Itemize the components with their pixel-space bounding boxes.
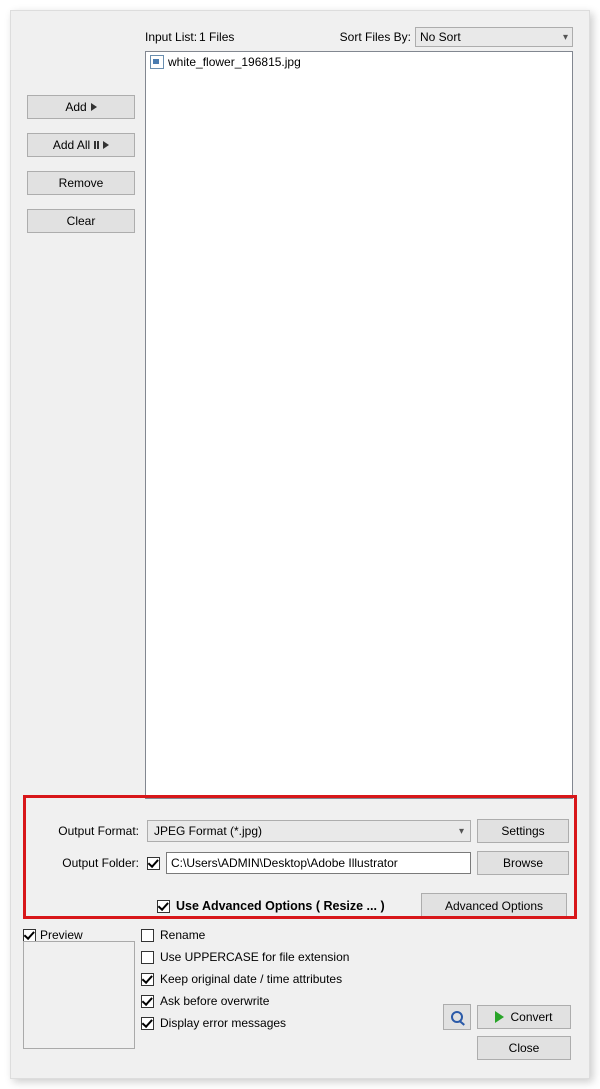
uppercase-checkbox[interactable]: [141, 951, 154, 964]
output-folder-input[interactable]: [166, 852, 471, 874]
image-file-icon: [150, 55, 164, 69]
output-section: Output Format: JPEG Format (*.jpg) ▾ Set…: [27, 819, 573, 919]
double-arrow-icon: [94, 141, 99, 149]
rename-checkbox[interactable]: [141, 929, 154, 942]
use-advanced-label: Use Advanced Options ( Resize ... ): [176, 899, 385, 913]
bottom-buttons: Convert Close: [443, 1004, 571, 1060]
output-format-select[interactable]: JPEG Format (*.jpg) ▾: [147, 820, 471, 842]
convert-button[interactable]: Convert: [477, 1005, 571, 1029]
use-advanced-checkbox[interactable]: [157, 900, 170, 913]
advanced-options-label: Advanced Options: [445, 899, 543, 913]
magnifier-icon: [451, 1011, 463, 1023]
input-list-count: 1 Files: [199, 30, 234, 44]
settings-button[interactable]: Settings: [477, 819, 569, 843]
output-folder-checkbox[interactable]: [147, 857, 160, 870]
batch-window: Input List: 1 Files Sort Files By: No So…: [10, 10, 590, 1079]
display-errors-option[interactable]: Display error messages: [141, 1016, 349, 1030]
close-label: Close: [509, 1041, 540, 1055]
output-format-row: Output Format: JPEG Format (*.jpg) ▾ Set…: [31, 819, 569, 843]
output-folder-label: Output Folder:: [31, 856, 141, 870]
preview-magnify-button[interactable]: [443, 1004, 471, 1030]
ask-overwrite-option[interactable]: Ask before overwrite: [141, 994, 349, 1008]
list-item[interactable]: white_flower_196815.jpg: [148, 54, 570, 70]
sort-files-label: Sort Files By:: [340, 30, 411, 44]
keep-date-option[interactable]: Keep original date / time attributes: [141, 972, 349, 986]
advanced-options-button[interactable]: Advanced Options: [421, 893, 567, 919]
preview-label: Preview: [40, 928, 83, 942]
rename-label: Rename: [160, 928, 205, 942]
add-all-label: Add All: [53, 138, 90, 152]
preview-checkbox[interactable]: [23, 929, 36, 942]
options-column: Rename Use UPPERCASE for file extension …: [141, 928, 349, 1030]
arrow-right-icon: [103, 138, 109, 152]
arrow-right-icon: [91, 100, 97, 114]
clear-label: Clear: [67, 214, 96, 228]
output-folder-row: Output Folder: Browse: [31, 851, 569, 875]
file-list[interactable]: white_flower_196815.jpg: [145, 51, 573, 799]
display-errors-label: Display error messages: [160, 1016, 286, 1030]
add-label: Add: [65, 100, 86, 114]
top-row: Input List: 1 Files Sort Files By: No So…: [27, 27, 573, 47]
display-errors-checkbox[interactable]: [141, 1017, 154, 1030]
advanced-row: Use Advanced Options ( Resize ... ) Adva…: [31, 893, 569, 919]
preview-row: Preview: [23, 928, 83, 942]
add-button[interactable]: Add: [27, 95, 135, 119]
close-button[interactable]: Close: [477, 1036, 571, 1060]
settings-label: Settings: [501, 824, 544, 838]
ask-overwrite-label: Ask before overwrite: [160, 994, 269, 1008]
side-buttons: Add Add All Remove Clear: [27, 51, 135, 799]
keep-date-checkbox[interactable]: [141, 973, 154, 986]
uppercase-option[interactable]: Use UPPERCASE for file extension: [141, 950, 349, 964]
main-area: Add Add All Remove Clear white_flower_19…: [27, 51, 573, 799]
clear-button[interactable]: Clear: [27, 209, 135, 233]
convert-label: Convert: [510, 1010, 552, 1024]
chevron-down-icon: ▾: [563, 32, 568, 43]
sort-files-select[interactable]: No Sort ▾: [415, 27, 573, 47]
uppercase-label: Use UPPERCASE for file extension: [160, 950, 349, 964]
chevron-down-icon: ▾: [459, 826, 464, 837]
rename-option[interactable]: Rename: [141, 928, 349, 942]
ask-overwrite-checkbox[interactable]: [141, 995, 154, 1008]
remove-label: Remove: [59, 176, 104, 190]
preview-box: [23, 941, 135, 1049]
sort-files-value: No Sort: [420, 30, 461, 44]
output-format-label: Output Format:: [31, 824, 141, 838]
keep-date-label: Keep original date / time attributes: [160, 972, 342, 986]
browse-label: Browse: [503, 856, 543, 870]
browse-button[interactable]: Browse: [477, 851, 569, 875]
input-list-label: Input List:: [145, 30, 197, 44]
remove-button[interactable]: Remove: [27, 171, 135, 195]
output-format-value: JPEG Format (*.jpg): [154, 824, 262, 838]
add-all-button[interactable]: Add All: [27, 133, 135, 157]
play-icon: [495, 1011, 504, 1023]
file-name: white_flower_196815.jpg: [168, 55, 301, 69]
